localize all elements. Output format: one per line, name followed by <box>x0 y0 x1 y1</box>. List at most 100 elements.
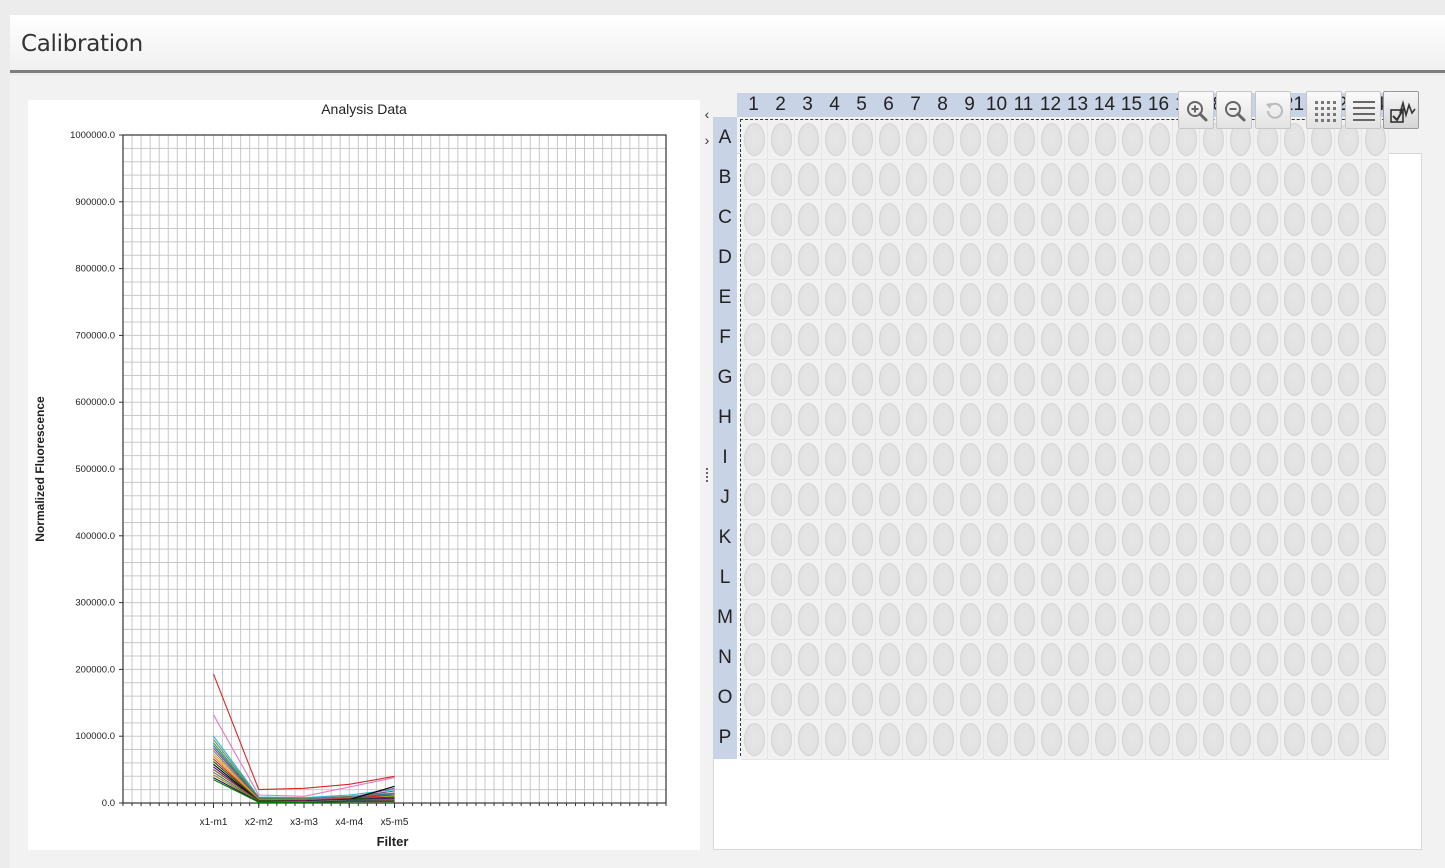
well[interactable] <box>1200 200 1227 240</box>
well[interactable] <box>1281 680 1308 720</box>
well[interactable] <box>849 680 876 720</box>
well[interactable] <box>1011 680 1038 720</box>
well[interactable] <box>1065 280 1092 320</box>
well[interactable] <box>957 200 984 240</box>
well[interactable] <box>1308 520 1335 560</box>
well[interactable] <box>957 600 984 640</box>
well[interactable] <box>903 560 930 600</box>
well[interactable] <box>876 200 903 240</box>
well[interactable] <box>1038 400 1065 440</box>
well[interactable] <box>930 640 957 680</box>
well[interactable] <box>957 520 984 560</box>
well[interactable] <box>1119 560 1146 600</box>
well[interactable] <box>795 160 822 200</box>
well[interactable] <box>822 400 849 440</box>
well[interactable] <box>1227 720 1254 760</box>
well[interactable] <box>1092 520 1119 560</box>
well[interactable] <box>930 240 957 280</box>
well[interactable] <box>1092 720 1119 760</box>
well[interactable] <box>1254 360 1281 400</box>
well[interactable] <box>1119 400 1146 440</box>
well[interactable] <box>795 200 822 240</box>
well[interactable] <box>1173 200 1200 240</box>
well[interactable] <box>1281 280 1308 320</box>
well[interactable] <box>984 280 1011 320</box>
well[interactable] <box>1065 520 1092 560</box>
well[interactable] <box>1227 240 1254 280</box>
well[interactable] <box>1173 400 1200 440</box>
well[interactable] <box>1146 200 1173 240</box>
well[interactable] <box>1200 440 1227 480</box>
well[interactable] <box>1308 320 1335 360</box>
well[interactable] <box>1254 640 1281 680</box>
well[interactable] <box>1011 720 1038 760</box>
well[interactable] <box>876 240 903 280</box>
well[interactable] <box>1038 120 1065 160</box>
well[interactable] <box>1200 640 1227 680</box>
well[interactable] <box>1011 280 1038 320</box>
well[interactable] <box>1146 560 1173 600</box>
well[interactable] <box>1146 480 1173 520</box>
well[interactable] <box>930 120 957 160</box>
well[interactable] <box>1281 600 1308 640</box>
well[interactable] <box>1281 360 1308 400</box>
well[interactable] <box>741 120 768 160</box>
well[interactable] <box>1335 560 1362 600</box>
well[interactable] <box>1146 360 1173 400</box>
well[interactable] <box>1362 520 1389 560</box>
well[interactable] <box>1146 720 1173 760</box>
column-label[interactable]: 5 <box>848 94 875 116</box>
well[interactable] <box>768 280 795 320</box>
well[interactable] <box>1227 560 1254 600</box>
row-label[interactable]: C <box>713 207 737 229</box>
well[interactable] <box>876 560 903 600</box>
well[interactable] <box>930 480 957 520</box>
well[interactable] <box>957 440 984 480</box>
row-label[interactable]: I <box>713 447 737 469</box>
column-label[interactable]: 15 <box>1118 94 1145 116</box>
well[interactable] <box>822 480 849 520</box>
well[interactable] <box>876 360 903 400</box>
well[interactable] <box>930 360 957 400</box>
well[interactable] <box>876 440 903 480</box>
well[interactable] <box>1119 600 1146 640</box>
well[interactable] <box>1038 520 1065 560</box>
well[interactable] <box>849 400 876 440</box>
well[interactable] <box>768 440 795 480</box>
well[interactable] <box>1011 560 1038 600</box>
well[interactable] <box>984 320 1011 360</box>
well[interactable] <box>876 120 903 160</box>
well[interactable] <box>1200 400 1227 440</box>
well[interactable] <box>1335 440 1362 480</box>
well[interactable] <box>1254 160 1281 200</box>
row-label[interactable]: G <box>713 367 737 389</box>
well[interactable] <box>1119 160 1146 200</box>
well[interactable] <box>1092 120 1119 160</box>
well[interactable] <box>876 520 903 560</box>
well[interactable] <box>741 240 768 280</box>
well[interactable] <box>1173 520 1200 560</box>
well[interactable] <box>795 440 822 480</box>
well[interactable] <box>1308 160 1335 200</box>
well[interactable] <box>1281 160 1308 200</box>
column-label[interactable]: 13 <box>1064 94 1091 116</box>
well[interactable] <box>849 440 876 480</box>
well[interactable] <box>1362 600 1389 640</box>
well[interactable] <box>1254 680 1281 720</box>
well[interactable] <box>903 440 930 480</box>
well[interactable] <box>1200 520 1227 560</box>
well[interactable] <box>957 360 984 400</box>
well[interactable] <box>1065 600 1092 640</box>
well[interactable] <box>903 400 930 440</box>
well[interactable] <box>1227 520 1254 560</box>
well[interactable] <box>903 600 930 640</box>
well[interactable] <box>876 720 903 760</box>
well[interactable] <box>849 120 876 160</box>
well[interactable] <box>822 640 849 680</box>
collapse-left-button[interactable]: ‹ <box>700 105 714 123</box>
well[interactable] <box>1335 520 1362 560</box>
well[interactable] <box>1308 360 1335 400</box>
well[interactable] <box>1092 360 1119 400</box>
well[interactable] <box>1011 480 1038 520</box>
well[interactable] <box>1146 280 1173 320</box>
